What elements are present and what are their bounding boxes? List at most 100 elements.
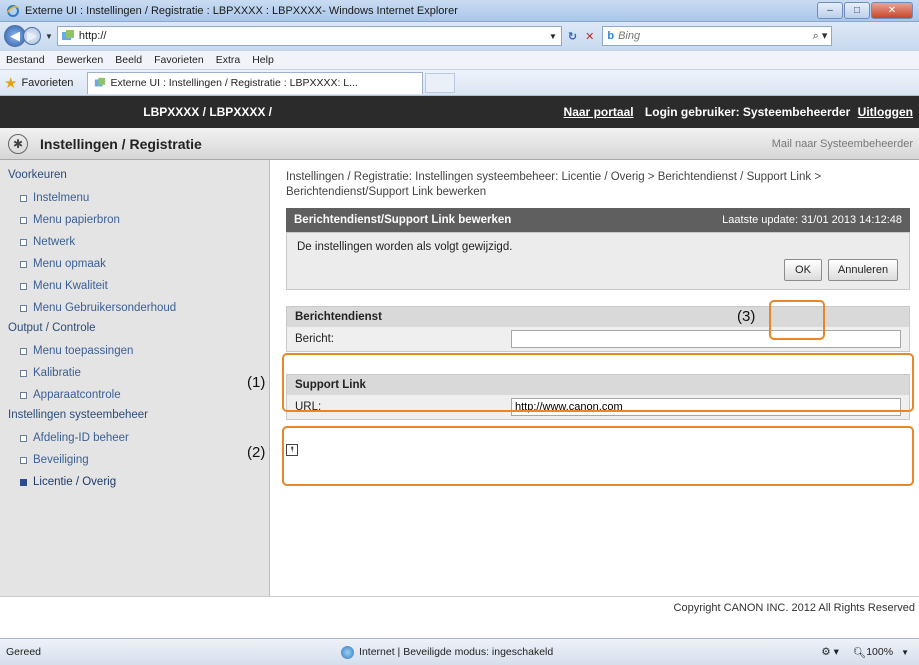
- menu-bar: Bestand Bewerken Beeld Favorieten Extra …: [0, 50, 919, 70]
- web-content: LBPXXXX / LBPXXXX / Naar portaal Login g…: [0, 96, 919, 638]
- protected-mode-icon[interactable]: ⚙ ▾: [821, 646, 839, 658]
- favorites-button[interactable]: ★ Favorieten: [4, 74, 73, 92]
- sidebar-item-afdeling-id[interactable]: Afdeling-ID beheer: [0, 427, 269, 449]
- sidebar-item-label: Licentie / Overig: [33, 476, 117, 488]
- refresh-icon[interactable]: ↻: [568, 30, 577, 43]
- sidebar: Voorkeuren Instelmenu Menu papierbron Ne…: [0, 160, 270, 638]
- settings-icon: ✱: [8, 133, 28, 154]
- tab-title: Externe UI : Instellingen / Registratie …: [110, 77, 358, 89]
- bing-icon: b: [607, 30, 615, 42]
- copyright: Copyright CANON INC. 2012 All Rights Res…: [673, 602, 915, 614]
- top-bar: LBPXXXX / LBPXXXX / Naar portaal Login g…: [0, 96, 919, 128]
- zone-text: Internet | Beveiligde modus: ingeschakel…: [359, 646, 554, 658]
- zoom-icon: 🔍︎: [852, 646, 867, 659]
- breadcrumb: Instellingen / Registratie: Instellingen…: [286, 171, 822, 198]
- sidebar-item-licentie-overig[interactable]: Licentie / Overig: [0, 471, 269, 493]
- address-url: http://: [78, 30, 107, 42]
- menu-help[interactable]: Help: [252, 54, 274, 66]
- menu-bewerken[interactable]: Bewerken: [57, 54, 104, 66]
- forward-button[interactable]: ▶: [23, 27, 41, 45]
- portal-link[interactable]: Naar portaal: [564, 105, 634, 119]
- sidebar-item-label: Beveiliging: [33, 454, 89, 466]
- panel-title: Berichtendienst/Support Link bewerken: [294, 214, 512, 226]
- status-bar: Gereed Internet | Beveiligde modus: inge…: [0, 638, 919, 665]
- sidebar-item-label: Netwerk: [33, 236, 76, 248]
- bullet-icon: [20, 282, 27, 290]
- minimize-button[interactable]: –: [817, 2, 843, 19]
- highlight-section-2: [282, 426, 914, 486]
- sidebar-item-menu-toepassingen[interactable]: Menu toepassingen: [0, 340, 269, 362]
- bullet-icon: [20, 369, 27, 377]
- address-row: ◀ ▶ ▼ http:// ▼ ↻ ✕ b Bing ⌕ ▾: [0, 22, 919, 50]
- security-zone[interactable]: Internet | Beveiligde modus: ingeschakel…: [341, 645, 554, 659]
- bullet-icon: [20, 216, 27, 224]
- sidebar-item-label: Menu Kwaliteit: [33, 280, 108, 292]
- ok-button[interactable]: OK: [784, 259, 822, 281]
- internet-explorer-icon: [6, 4, 20, 17]
- window-title: Externe UI : Instellingen / Registratie …: [25, 4, 458, 17]
- menu-favorieten[interactable]: Favorieten: [154, 54, 204, 66]
- sidebar-item-menu-opmaak[interactable]: Menu opmaak: [0, 253, 269, 275]
- search-placeholder: Bing: [618, 30, 641, 42]
- sidebar-item-netwerk[interactable]: Netwerk: [0, 231, 269, 253]
- window-title-bar: Externe UI : Instellingen / Registratie …: [0, 0, 919, 22]
- close-window-button[interactable]: ✕: [871, 2, 913, 19]
- sidebar-section-voorkeuren[interactable]: Voorkeuren: [0, 166, 269, 184]
- confirm-message: De instellingen worden als volgt gewijzi…: [297, 241, 513, 253]
- sidebar-item-label: Kalibratie: [33, 367, 81, 379]
- sidebar-item-apparaatcontrole[interactable]: Apparaatcontrole: [0, 384, 269, 406]
- sidebar-section-output-controle[interactable]: Output / Controle: [0, 319, 269, 337]
- sidebar-item-instelmenu[interactable]: Instelmenu: [0, 187, 269, 209]
- search-icon[interactable]: ⌕ ▾: [813, 29, 828, 43]
- sidebar-item-kalibratie[interactable]: Kalibratie: [0, 362, 269, 384]
- page-title: Instellingen / Registratie: [40, 135, 202, 152]
- callout-2: (2): [247, 444, 266, 461]
- callout-1: (1): [247, 374, 266, 391]
- menu-bestand[interactable]: Bestand: [6, 54, 45, 66]
- bullet-icon: [20, 456, 27, 464]
- history-dropdown-icon[interactable]: ▼: [45, 32, 53, 41]
- bullet-icon: [20, 194, 27, 202]
- menu-extra[interactable]: Extra: [216, 54, 241, 66]
- address-dropdown-icon[interactable]: ▼: [549, 32, 557, 41]
- sidebar-item-label: Menu opmaak: [33, 258, 106, 270]
- zoom-dropdown-icon[interactable]: ▼: [901, 648, 909, 657]
- sidebar-item-label: Menu papierbron: [33, 214, 120, 226]
- bullet-icon: [20, 434, 27, 442]
- sidebar-item-label: Menu Gebruikersonderhoud: [33, 302, 177, 314]
- sidebar-item-menu-gebruikersonderhoud[interactable]: Menu Gebruikersonderhoud: [0, 297, 269, 319]
- maximize-button[interactable]: □: [844, 2, 870, 19]
- globe-icon: [341, 645, 355, 659]
- device-name: LBPXXXX / LBPXXXX /: [143, 105, 272, 119]
- bullet-icon: [20, 391, 27, 399]
- sidebar-item-label: Menu toepassingen: [33, 345, 134, 357]
- stop-icon[interactable]: ✕: [585, 30, 594, 43]
- page-icon: [95, 77, 106, 87]
- page-header: ✱ Instellingen / Registratie Mail naar S…: [0, 128, 919, 160]
- logout-link[interactable]: Uitloggen: [858, 105, 913, 119]
- mail-admin-link[interactable]: Mail naar Systeembeheerder: [772, 138, 919, 150]
- sidebar-item-label: Apparaatcontrole: [33, 389, 121, 401]
- star-icon: ★: [4, 74, 18, 92]
- zoom-level: 100%: [866, 646, 894, 658]
- sidebar-item-menu-papierbron[interactable]: Menu papierbron: [0, 209, 269, 231]
- highlight-section-1: [282, 353, 914, 412]
- bullet-icon: [20, 238, 27, 246]
- favorites-bar: ★ Favorieten Externe UI : Instellingen /…: [0, 70, 919, 96]
- sidebar-item-beveiliging[interactable]: Beveiliging: [0, 449, 269, 471]
- browser-tab[interactable]: Externe UI : Instellingen / Registratie …: [87, 71, 424, 94]
- address-bar[interactable]: http:// ▼: [56, 26, 562, 46]
- sidebar-section-systeembeheer[interactable]: Instellingen systeembeheer: [0, 406, 269, 424]
- sidebar-item-menu-kwaliteit[interactable]: Menu Kwaliteit: [0, 275, 269, 297]
- search-input[interactable]: b Bing ⌕ ▾: [602, 26, 833, 46]
- login-user: Login gebruiker: Systeembeheerder: [644, 105, 851, 119]
- page-footer: Copyright CANON INC. 2012 All Rights Res…: [0, 596, 919, 638]
- sidebar-item-label: Afdeling-ID beheer: [33, 432, 129, 444]
- bericht-input[interactable]: [511, 330, 901, 348]
- cancel-button[interactable]: Annuleren: [828, 259, 898, 281]
- zoom-control[interactable]: ⚙ ▾ 🔍︎ 100% ▼: [821, 646, 919, 659]
- panel-header: Berichtendienst/Support Link bewerken La…: [286, 208, 910, 232]
- new-tab-button[interactable]: [425, 72, 456, 93]
- menu-beeld[interactable]: Beeld: [115, 54, 142, 66]
- panel-body: De instellingen worden als volgt gewijzi…: [286, 232, 910, 290]
